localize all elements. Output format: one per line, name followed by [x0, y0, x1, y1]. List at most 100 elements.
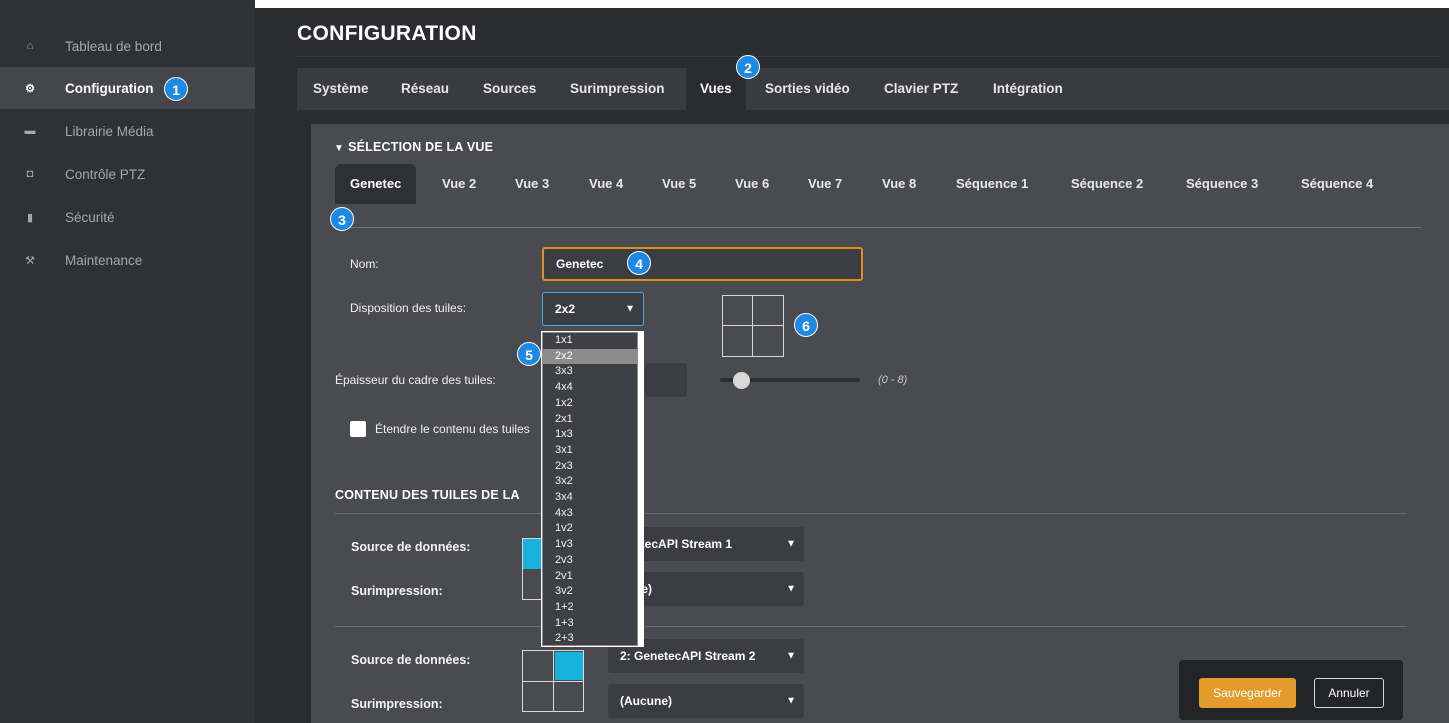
tab-sorties-video[interactable]: Sorties vidéo — [765, 68, 850, 110]
tab-systeme[interactable]: Système — [313, 68, 369, 110]
sidebar-item-dashboard[interactable]: ⌂ Tableau de bord — [0, 25, 255, 67]
layout-option[interactable]: 3x1 — [543, 443, 637, 459]
divider — [335, 626, 1407, 627]
tab-integration[interactable]: Intégration — [993, 68, 1063, 110]
grid-line — [523, 681, 583, 682]
stretch-label: Étendre le contenu des tuiles — [375, 422, 530, 436]
section-heading: SÉLECTION DE LA VUE — [348, 140, 494, 154]
source-value: 2: GenetecAPI Stream 2 — [620, 649, 756, 663]
chevron-down-icon: ▼ — [334, 143, 345, 154]
annotation-badge: 3 — [330, 207, 354, 231]
view-tab-sequence-4[interactable]: Séquence 4 — [1301, 164, 1373, 204]
layout-option[interactable]: 4x4 — [543, 380, 637, 396]
view-tab-sequence-3[interactable]: Séquence 3 — [1186, 164, 1258, 204]
layout-option[interactable]: 2v3 — [543, 553, 637, 569]
layout-option[interactable]: 1v3 — [543, 537, 637, 553]
sidebar-item-label: Contrôle PTZ — [65, 166, 146, 182]
sidebar-item-label: Tableau de bord — [65, 38, 162, 54]
source-label: Source de données: — [351, 653, 471, 667]
view-tab-vue-4[interactable]: Vue 4 — [589, 164, 623, 204]
view-tab-sequence-2[interactable]: Séquence 2 — [1071, 164, 1143, 204]
sidebar-item-security[interactable]: ▮ Sécurité — [0, 196, 255, 238]
section-toggle-view-selection[interactable]: ▼ SÉLECTION DE LA VUE — [334, 140, 493, 154]
border-thickness-slider-handle[interactable] — [733, 372, 750, 389]
view-tab-vue-2[interactable]: Vue 2 — [442, 164, 476, 204]
home-icon: ⌂ — [26, 40, 34, 52]
tab-clavier-ptz[interactable]: Clavier PTZ — [884, 68, 958, 110]
layout-option[interactable]: 3x2 — [543, 474, 637, 490]
cancel-button[interactable]: Annuler — [1314, 678, 1384, 708]
section-heading-tile-content: CONTENU DES TUILES DE LA — [335, 488, 520, 502]
preview-cell — [722, 295, 753, 326]
layout-option[interactable]: 2x1 — [543, 412, 637, 428]
wrench-icon: ⚒ — [25, 254, 35, 267]
layout-option[interactable]: 2+3 — [543, 631, 637, 647]
gear-icon: ⚙ — [25, 82, 35, 95]
sidebar-item-media-library[interactable]: ▬ Librairie Média — [0, 110, 255, 152]
layout-option[interactable]: 4x3 — [543, 506, 637, 522]
view-tab-vue-8[interactable]: Vue 8 — [882, 164, 916, 204]
annotation-badge: 6 — [794, 313, 818, 337]
layout-option[interactable]: 1v2 — [543, 521, 637, 537]
range-hint: (0 - 8) — [878, 374, 908, 386]
layout-dropdown-list: 1x1 2x2 3x3 4x4 1x2 2x1 1x3 3x1 2x3 3x2 3x4 4x3 1v2 1… — [541, 331, 644, 647]
preview-cell — [752, 325, 784, 357]
layout-option[interactable]: 1x3 — [543, 427, 637, 443]
layout-option[interactable]: 3v2 — [543, 584, 637, 600]
view-tab-vue-7[interactable]: Vue 7 — [808, 164, 842, 204]
tab-sources[interactable]: Sources — [483, 68, 536, 110]
name-input[interactable]: Genetec — [542, 247, 863, 281]
preview-cell — [722, 325, 753, 357]
layout-select[interactable]: 2x2 ▼ — [542, 292, 644, 326]
layout-option[interactable]: 2x3 — [543, 459, 637, 475]
stretch-checkbox[interactable] — [350, 421, 366, 437]
annotation-badge: 1 — [164, 77, 188, 101]
view-tab-vue-6[interactable]: Vue 6 — [735, 164, 769, 204]
tab-vues[interactable]: Vues — [686, 68, 746, 110]
chevron-down-icon: ▼ — [786, 650, 796, 662]
sidebar-item-label: Sécurité — [65, 209, 115, 225]
tab-surimpression[interactable]: Surimpression — [570, 68, 665, 110]
layout-option[interactable]: 1x2 — [543, 396, 637, 412]
view-tab-vue-5[interactable]: Vue 5 — [662, 164, 696, 204]
view-tab-genetec[interactable]: Genetec — [335, 164, 417, 204]
sidebar-item-configuration[interactable]: ⚙ Configuration — [0, 67, 255, 109]
sidebar-item-ptz-control[interactable]: ◘ Contrôle PTZ — [0, 153, 255, 195]
source-label: Source de données: — [351, 540, 471, 554]
layout-option[interactable]: 2x2 — [543, 348, 637, 365]
annotation-badge: 4 — [627, 251, 651, 275]
chevron-down-icon: ▼ — [786, 583, 796, 595]
view-tab-sequence-1[interactable]: Séquence 1 — [956, 164, 1028, 204]
sidebar-item-label: Configuration — [65, 80, 154, 96]
divider — [335, 513, 1407, 514]
layout-option[interactable]: 2v1 — [543, 569, 637, 585]
name-label: Nom: — [350, 257, 379, 271]
border-thickness-input[interactable] — [645, 363, 687, 397]
layout-option[interactable]: 1+3 — [543, 616, 637, 632]
selected-tile — [555, 652, 583, 680]
save-button[interactable]: Sauvegarder — [1199, 678, 1296, 708]
overlay-select[interactable]: (Aucune) ▼ — [608, 684, 804, 718]
tab-reseau[interactable]: Réseau — [401, 68, 449, 110]
sidebar-item-maintenance[interactable]: ⚒ Maintenance — [0, 239, 255, 281]
sidebar: ⌂ Tableau de bord ⚙ Configuration ▬ Libr… — [0, 0, 255, 723]
border-thickness-label: Épaisseur du cadre des tuiles: — [335, 373, 496, 387]
view-tab-vue-3[interactable]: Vue 3 — [515, 164, 549, 204]
preview-cell — [752, 295, 784, 326]
tile-position-preview — [522, 650, 584, 712]
page-title: CONFIGURATION — [297, 22, 477, 45]
selected-tile — [523, 539, 541, 569]
layout-option[interactable]: 3x4 — [543, 490, 637, 506]
annotation-badge: 5 — [517, 342, 541, 366]
layout-option[interactable]: 1+2 — [543, 600, 637, 616]
lock-icon: ▮ — [26, 211, 34, 224]
name-value: Genetec — [556, 257, 604, 271]
chevron-down-icon: ▼ — [786, 538, 796, 550]
chevron-down-icon: ▼ — [786, 695, 796, 707]
sidebar-item-label: Maintenance — [65, 252, 143, 268]
divider — [297, 56, 1441, 57]
layout-option[interactable]: 1x1 — [543, 333, 637, 349]
chevron-down-icon: ▼ — [625, 303, 635, 315]
overlay-value: (Aucune) — [620, 694, 672, 708]
layout-option[interactable]: 3x3 — [543, 364, 637, 380]
